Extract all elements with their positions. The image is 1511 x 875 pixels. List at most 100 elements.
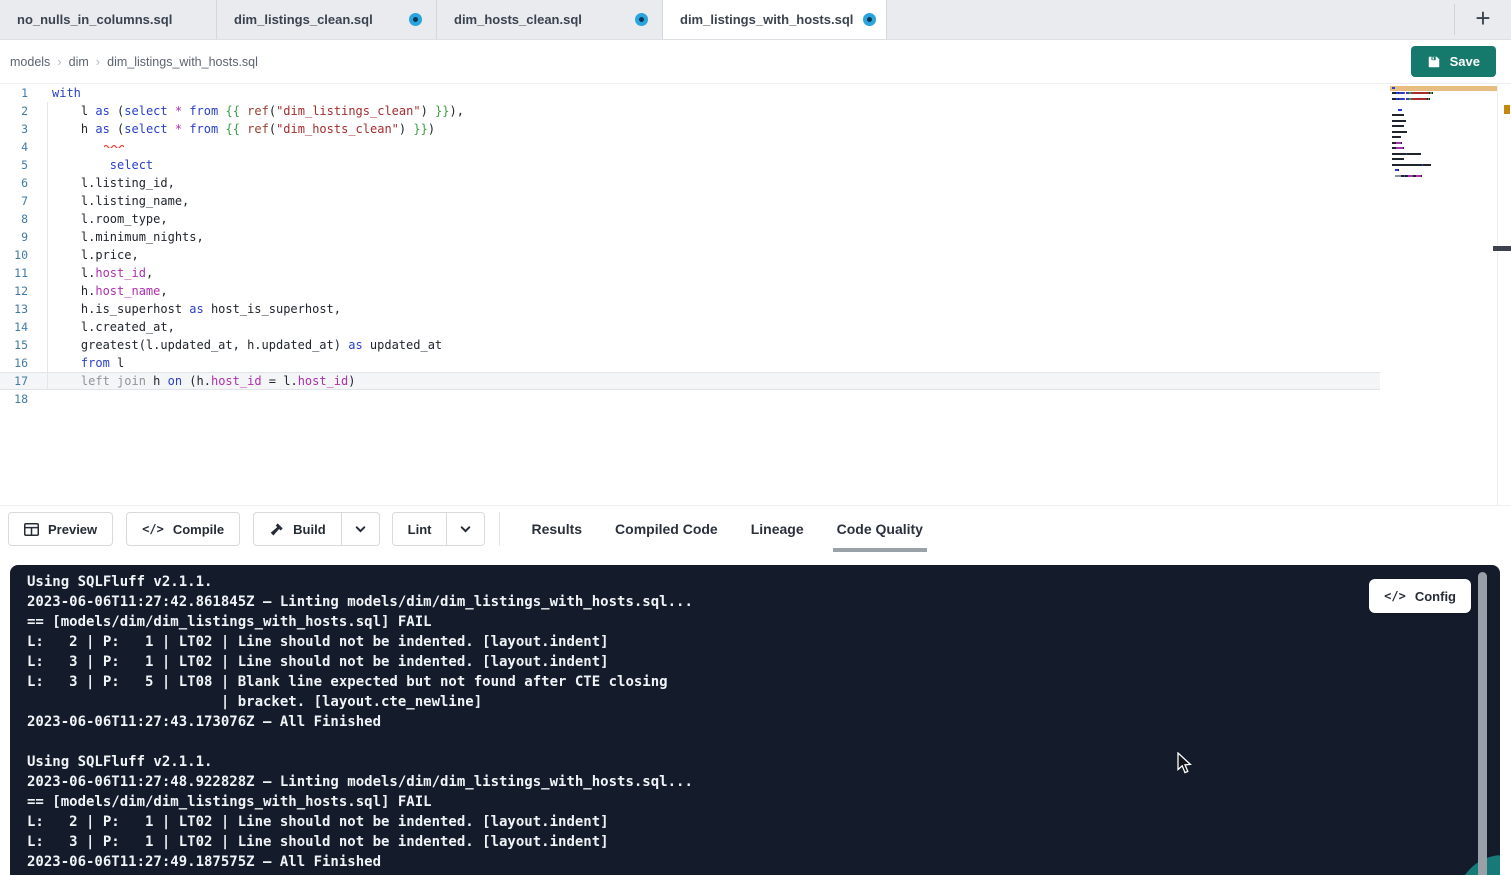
code-line-10[interactable]: 10 l.price, xyxy=(0,246,1380,264)
line-number: 12 xyxy=(0,282,28,300)
overview-ruler-error-marker xyxy=(1504,105,1510,114)
code-line-9[interactable]: 9 l.minimum_nights, xyxy=(0,228,1380,246)
terminal-line: Using SQLFluff v2.1.1. xyxy=(27,572,1500,592)
tab-dim-listings-clean[interactable]: dim_listings_clean.sql xyxy=(217,0,437,39)
breadcrumb-segment-models[interactable]: models xyxy=(10,55,50,69)
line-number: 7 xyxy=(0,192,28,210)
compile-label: Compile xyxy=(173,522,224,537)
code-brackets-icon: </> xyxy=(1384,589,1406,603)
code-text: l.host_id, xyxy=(52,264,153,282)
terminal-line: == [models/dim/dim_listings_with_hosts.s… xyxy=(27,792,1500,812)
line-number: 18 xyxy=(0,390,28,408)
save-button[interactable]: Save xyxy=(1411,46,1496,77)
save-label: Save xyxy=(1450,54,1480,69)
code-line-6[interactable]: 6 l.listing_id, xyxy=(0,174,1380,192)
terminal-line: L: 3 | P: 1 | LT02 | Line should not be … xyxy=(27,832,1500,852)
line-number: 11 xyxy=(0,264,28,282)
breadcrumb: models › dim › dim_listings_with_hosts.s… xyxy=(10,54,258,69)
build-split-button: Build xyxy=(253,512,380,546)
code-line-16[interactable]: 16 from l xyxy=(0,354,1380,372)
build-dropdown-button[interactable] xyxy=(342,512,380,546)
chevron-down-icon xyxy=(459,523,472,536)
line-number: 6 xyxy=(0,174,28,192)
build-button[interactable]: Build xyxy=(253,512,342,546)
line-number: 10 xyxy=(0,246,28,264)
file-header-bar: models › dim › dim_listings_with_hosts.s… xyxy=(0,40,1511,84)
tab-label: Results xyxy=(531,521,582,537)
lint-split-button: Lint xyxy=(392,512,486,546)
compile-button[interactable]: </> Compile xyxy=(126,512,240,546)
terminal-line xyxy=(27,732,1500,752)
tab-dim-listings-with-hosts[interactable]: dim_listings_with_hosts.sql xyxy=(663,0,887,39)
line-number: 17 xyxy=(0,373,28,389)
terminal-line: L: 2 | P: 1 | LT02 | Line should not be … xyxy=(27,632,1500,652)
chevron-right-icon: › xyxy=(57,54,61,69)
tab-compiled-code[interactable]: Compiled Code xyxy=(615,506,718,552)
lint-button[interactable]: Lint xyxy=(392,512,448,546)
tab-label: dim_listings_with_hosts.sql xyxy=(680,12,853,27)
terminal-line: | bracket. [layout.cte_newline] xyxy=(27,692,1500,712)
new-tab-button[interactable]: + xyxy=(1455,0,1511,39)
tab-results[interactable]: Results xyxy=(531,506,582,552)
line-number: 13 xyxy=(0,300,28,318)
terminal-line: == [models/dim/dim_listings_with_hosts.s… xyxy=(27,612,1500,632)
code-line-12[interactable]: 12 h.host_name, xyxy=(0,282,1380,300)
code-lines: 1with2 l as (select * from {{ ref("dim_l… xyxy=(0,84,1511,408)
tabbar-spacer xyxy=(887,0,1454,39)
code-line-7[interactable]: 7 l.listing_name, xyxy=(0,192,1380,210)
code-line-3[interactable]: 3 h as (select * from {{ ref("dim_hosts_… xyxy=(0,120,1380,138)
config-button[interactable]: </> Config xyxy=(1369,579,1471,613)
code-line-11[interactable]: 11 l.host_id, xyxy=(0,264,1380,282)
unsaved-changes-icon xyxy=(409,13,422,26)
tab-lineage[interactable]: Lineage xyxy=(751,506,804,552)
line-number: 4 xyxy=(0,138,28,156)
lint-output-terminal[interactable]: Using SQLFluff v2.1.1.2023-06-06T11:27:4… xyxy=(10,565,1500,875)
line-number: 9 xyxy=(0,228,28,246)
code-line-2[interactable]: 2 l as (select * from {{ ref("dim_listin… xyxy=(0,102,1380,120)
dbt-ide-window: no_nulls_in_columns.sql dim_listings_cle… xyxy=(0,0,1511,875)
overview-ruler xyxy=(1497,84,1498,505)
tab-label: dim_listings_clean.sql xyxy=(234,12,373,27)
lint-error-squiggle xyxy=(104,133,124,152)
code-text: greatest(l.updated_at, h.updated_at) as … xyxy=(52,336,442,354)
code-text: select xyxy=(52,156,153,174)
config-label: Config xyxy=(1415,589,1456,604)
toolbar-divider xyxy=(499,512,500,546)
code-text: left join h on (h.host_id = l.host_id) xyxy=(52,373,356,389)
code-editor[interactable]: 1with2 l as (select * from {{ ref("dim_l… xyxy=(0,84,1511,505)
code-text: l.room_type, xyxy=(52,210,168,228)
tab-no-nulls-in-columns[interactable]: no_nulls_in_columns.sql xyxy=(0,0,217,39)
code-line-14[interactable]: 14 l.created_at, xyxy=(0,318,1380,336)
build-label: Build xyxy=(293,522,326,537)
editor-toolbar: Preview </> Compile Build xyxy=(0,505,1511,552)
tab-label: no_nulls_in_columns.sql xyxy=(17,12,172,27)
breadcrumb-segment-dim[interactable]: dim xyxy=(69,55,89,69)
minimap[interactable] xyxy=(1390,84,1497,284)
chevron-right-icon: › xyxy=(96,54,100,69)
code-line-8[interactable]: 8 l.room_type, xyxy=(0,210,1380,228)
tab-dim-hosts-clean[interactable]: dim_hosts_clean.sql xyxy=(437,0,663,39)
code-line-13[interactable]: 13 h.is_superhost as host_is_superhost, xyxy=(0,300,1380,318)
code-line-17[interactable]: 17 left join h on (h.host_id = l.host_id… xyxy=(0,372,1380,390)
active-tab-underline xyxy=(833,548,927,552)
breadcrumb-segment-file[interactable]: dim_listings_with_hosts.sql xyxy=(107,55,258,69)
code-line-15[interactable]: 15 greatest(l.updated_at, h.updated_at) … xyxy=(0,336,1380,354)
minimap-lines xyxy=(1392,85,1433,184)
code-text: with xyxy=(52,84,81,102)
line-number: 2 xyxy=(0,102,28,120)
code-line-1[interactable]: 1with xyxy=(0,84,1380,102)
grid-table-icon xyxy=(24,523,39,536)
tab-label: Lineage xyxy=(751,521,804,537)
preview-button[interactable]: Preview xyxy=(8,512,113,546)
terminal-line: L: 2 | P: 1 | LT02 | Line should not be … xyxy=(27,812,1500,832)
lint-dropdown-button[interactable] xyxy=(447,512,485,546)
tab-code-quality[interactable]: Code Quality xyxy=(837,506,923,552)
code-text: l.listing_name, xyxy=(52,192,189,210)
line-number: 3 xyxy=(0,120,28,138)
code-line-18[interactable]: 18 xyxy=(0,390,1380,408)
code-line-4[interactable]: 4 xyxy=(0,138,1380,156)
hammer-icon xyxy=(269,522,284,537)
line-number: 16 xyxy=(0,354,28,372)
code-line-5[interactable]: 5 select xyxy=(0,156,1380,174)
terminal-scrollbar[interactable] xyxy=(1478,572,1487,875)
